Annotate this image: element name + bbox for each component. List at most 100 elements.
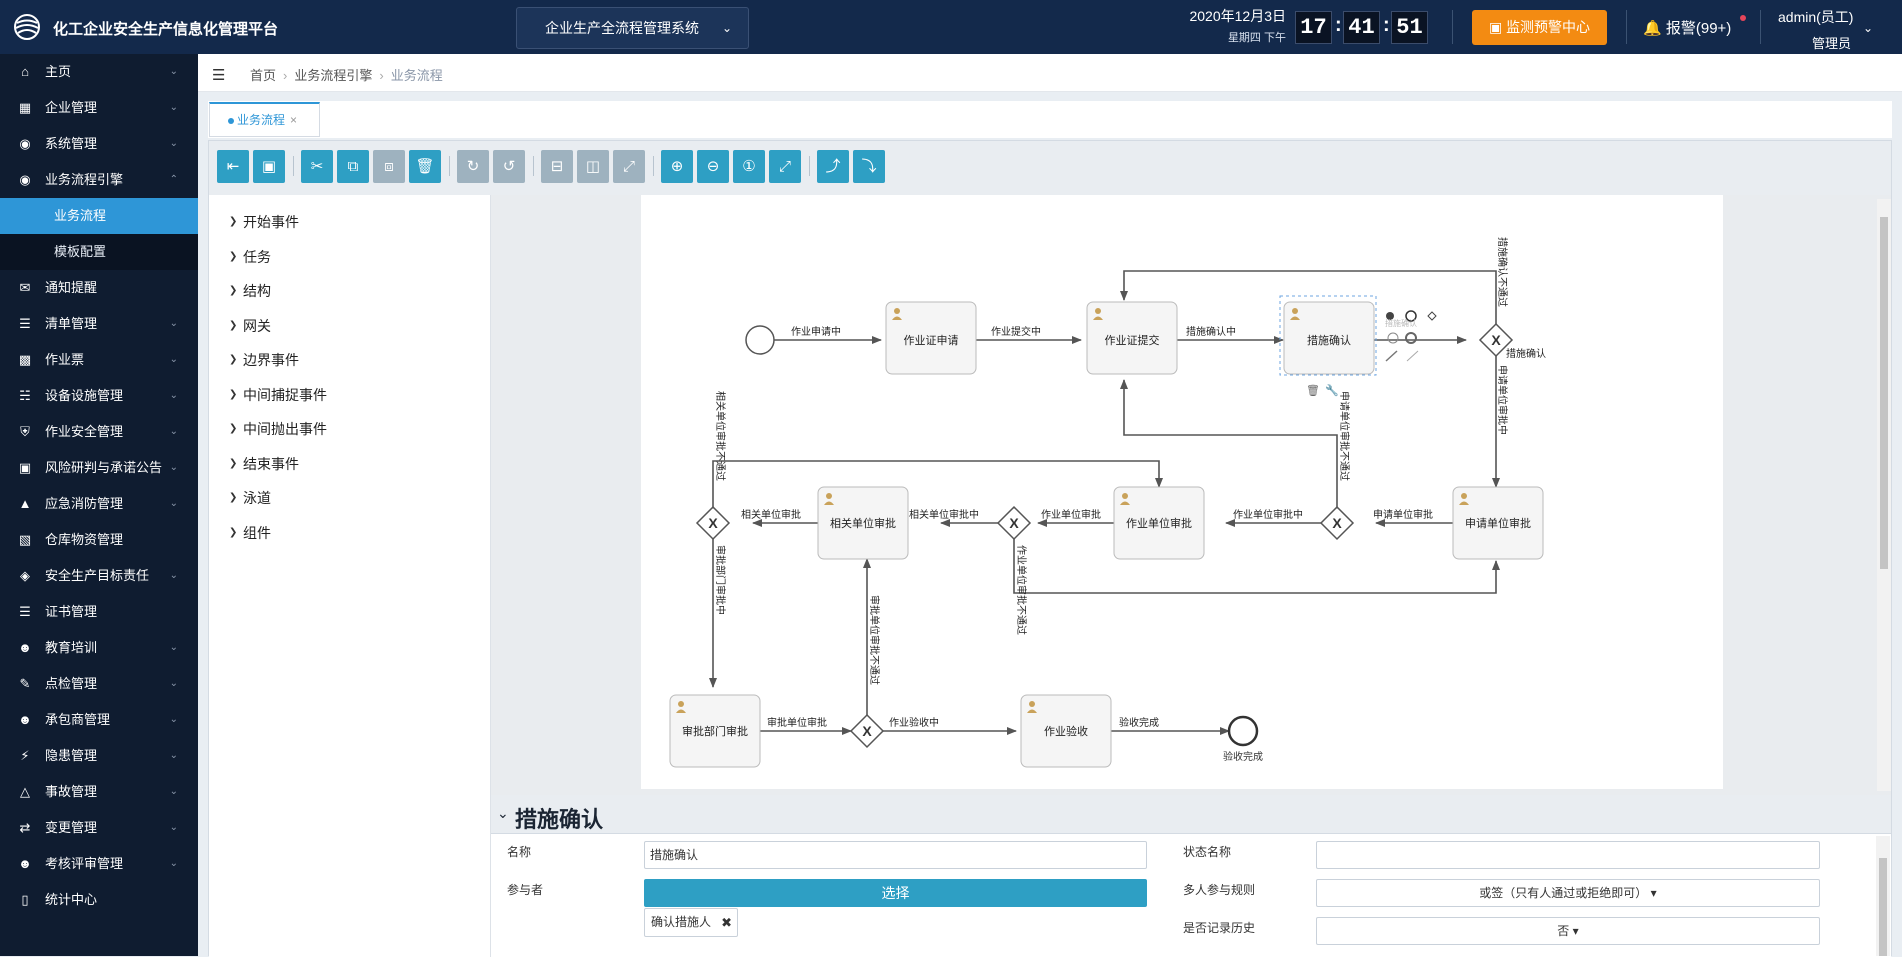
palette-group-start-event[interactable]: ❯ 开始事件 — [209, 205, 490, 240]
properties-scrollbar[interactable] — [1876, 836, 1890, 956]
wrench-icon: 🔧 — [1325, 383, 1339, 397]
multi-rule-label: 多人参与规则 — [1183, 883, 1256, 897]
palette-group-gateway[interactable]: ❯ 网关 — [209, 309, 490, 344]
sidebar-item-warehouse[interactable]: ▧ 仓库物资管理 — [0, 522, 198, 558]
chevron-down-icon[interactable]: ⌄ — [497, 805, 509, 822]
sidebar-item-hazard[interactable]: ⚡ 隐患管理 ⌄ — [0, 738, 198, 774]
name-label: 名称 — [507, 845, 532, 859]
sidebar-item-target[interactable]: ◈ 安全生产目标责任 ⌄ — [0, 558, 198, 594]
gateway-apply-unit[interactable]: X — [1319, 505, 1355, 541]
sidebar-item-certificate[interactable]: ☰ 证书管理 — [0, 594, 198, 630]
diagram-canvas[interactable]: 验收完成 作业证申请 作业证提交 措施确认 申请单位审批 作业单位审批 相关单位… — [491, 195, 1891, 795]
palette-group-throw-event[interactable]: ❯ 中间抛出事件 — [209, 412, 490, 447]
task-accept[interactable]: 作业验收 — [1020, 694, 1112, 768]
sidebar-item-inspection[interactable]: ✎ 点检管理 ⌄ — [0, 666, 198, 702]
flow-diagram[interactable]: 验收完成 作业证申请 作业证提交 措施确认 申请单位审批 作业单位审批 相关单位… — [641, 195, 1723, 789]
gateway-related-unit[interactable]: X — [695, 505, 731, 541]
scrollbar-thumb[interactable] — [1879, 858, 1887, 956]
palette-group-boundary-event[interactable]: ❯ 边界事件 — [209, 343, 490, 378]
task-related-unit[interactable]: 相关单位审批 — [817, 486, 909, 560]
sidebar-item-risk[interactable]: ▣ 风险研判与承诺公告 ⌄ — [0, 450, 198, 486]
sidebar-item-statistics[interactable]: ▯ 统计中心 — [0, 882, 198, 918]
palette-group-component[interactable]: ❯ 组件 — [209, 516, 490, 551]
monitor-center-button[interactable]: ▣ 监测预警中心 — [1472, 10, 1607, 45]
user-name[interactable]: admin(员工) — [1778, 7, 1853, 27]
end-event[interactable] — [1227, 715, 1259, 747]
sidebar-item-contractor[interactable]: ☻ 承包商管理 ⌄ — [0, 702, 198, 738]
align-horizontal-icon[interactable]: ⊟ — [541, 150, 573, 183]
sidebar-item-change[interactable]: ⇄ 变更管理 ⌄ — [0, 810, 198, 846]
svg-text:X: X — [708, 515, 718, 531]
palette-group-swimlane[interactable]: ❯ 泳道 — [209, 481, 490, 516]
palette-group-catch-event[interactable]: ❯ 中间捕捉事件 — [209, 378, 490, 413]
scrollbar-thumb[interactable] — [1880, 217, 1888, 569]
sidebar-item-work-safety[interactable]: ⛨ 作业安全管理 ⌄ — [0, 414, 198, 450]
task-work-unit[interactable]: 作业单位审批 — [1113, 486, 1205, 560]
sidebar-subitem-template[interactable]: 模板配置 — [0, 234, 198, 270]
sidebar-item-accident[interactable]: △ 事故管理 ⌄ — [0, 774, 198, 810]
save-icon[interactable]: ▣ — [253, 150, 285, 183]
palette-group-structure[interactable]: ❯ 结构 — [209, 274, 490, 309]
sidebar-item-training[interactable]: ☻ 教育培训 ⌄ — [0, 630, 198, 666]
record-history-select[interactable]: 否 ▾ — [1316, 917, 1820, 945]
zoom-out-icon[interactable]: ⊖ — [697, 150, 729, 183]
task-apply[interactable]: 作业证申请 — [885, 301, 977, 375]
alarm-bell-icon: 🔔 — [1643, 20, 1662, 37]
gateway-dept[interactable]: X — [849, 713, 885, 749]
copy-icon[interactable]: ⧉ — [337, 150, 369, 183]
close-icon[interactable]: × — [290, 104, 297, 136]
start-event[interactable] — [745, 325, 775, 355]
menu-toggle-icon[interactable]: ☰ — [212, 66, 225, 84]
task-apply-unit[interactable]: 申请单位审批 — [1452, 486, 1544, 560]
redo-icon[interactable]: ↻ — [457, 150, 489, 183]
breadcrumb-home[interactable]: 首页 — [250, 68, 276, 83]
align-vertical-icon[interactable]: ◫ — [577, 150, 609, 183]
chevron-down-icon[interactable]: ⌄ — [1863, 21, 1873, 35]
diagram-page[interactable]: 验收完成 作业证申请 作业证提交 措施确认 申请单位审批 作业单位审批 相关单位… — [641, 195, 1723, 789]
multi-rule-select[interactable]: 或签（只有人通过或拒绝即可） ▾ — [1316, 879, 1820, 907]
properties-header[interactable]: ⌄ 措施确认 — [491, 795, 1891, 834]
alarm-button[interactable]: 🔔 报警(99+) — [1643, 17, 1731, 38]
task-dept[interactable]: 审批部门审批 — [669, 694, 761, 768]
zoom-in-icon[interactable]: ⊕ — [661, 150, 693, 183]
tab-workflow[interactable]: 业务流程 × — [209, 102, 320, 137]
sidebar-item-ticket[interactable]: ▩ 作业票 ⌄ — [0, 342, 198, 378]
connector-bend-add-icon[interactable]: ⤴ — [817, 150, 849, 183]
close-icon[interactable]: ✖ — [721, 909, 732, 936]
sidebar-item-enterprise[interactable]: ▦ 企业管理 ⌄ — [0, 90, 198, 126]
breadcrumb-parent[interactable]: 业务流程引擎 — [294, 68, 372, 83]
task-confirm[interactable]: 措施确认 — [1283, 301, 1375, 375]
breadcrumb-separator: › — [379, 68, 384, 83]
delete-icon[interactable]: 🗑 — [409, 150, 441, 183]
system-select[interactable]: 企业生产全流程管理系统 ⌄ — [516, 7, 749, 49]
palette-group-task[interactable]: ❯ 任务 — [209, 240, 490, 275]
canvas-scrollbar[interactable] — [1877, 199, 1891, 791]
sidebar-subitem-workflow[interactable]: 业务流程 — [0, 198, 198, 234]
sidebar-item-emergency[interactable]: ▲ 应急消防管理 ⌄ — [0, 486, 198, 522]
palette-group-end-event[interactable]: ❯ 结束事件 — [209, 447, 490, 482]
flow-line[interactable] — [1013, 539, 1500, 594]
sidebar-item-notify[interactable]: ✉ 通知提醒 — [0, 270, 198, 306]
gateway-work-unit[interactable]: X — [996, 505, 1032, 541]
sidebar-item-workflow-engine[interactable]: ◉ 业务流程引擎 ⌃ — [0, 162, 198, 198]
sidebar-item-assessment[interactable]: ☻ 考核评审管理 ⌄ — [0, 846, 198, 882]
sidebar-item-list[interactable]: ☰ 清单管理 ⌄ — [0, 306, 198, 342]
chevron-down-icon: ⌄ — [169, 138, 178, 149]
task-submit[interactable]: 作业证提交 — [1086, 301, 1178, 375]
sidebar-item-home[interactable]: ⌂ 主页 ⌄ — [0, 54, 198, 90]
state-name-field[interactable] — [1316, 841, 1820, 869]
flow-line[interactable] — [712, 460, 1163, 507]
cut-icon[interactable]: ✂ — [301, 150, 333, 183]
undo-icon[interactable]: ↺ — [493, 150, 525, 183]
import-icon[interactable]: ⇤ — [217, 150, 249, 183]
choose-participant-button[interactable]: 选择 — [644, 879, 1147, 907]
resize-icon[interactable]: ⤢ — [613, 150, 645, 183]
zoom-actual-icon[interactable]: ① — [733, 150, 765, 183]
zoom-fit-icon[interactable]: ⤢ — [769, 150, 801, 183]
sidebar-item-equipment[interactable]: ☵ 设备设施管理 ⌄ — [0, 378, 198, 414]
sidebar-item-system[interactable]: ◉ 系统管理 ⌄ — [0, 126, 198, 162]
monitor-icon: ▣ — [1488, 19, 1503, 35]
connector-bend-remove-icon[interactable]: ⤵ — [853, 150, 885, 183]
name-field[interactable]: 措施确认 — [644, 841, 1147, 869]
paste-icon[interactable]: ⧈ — [373, 150, 405, 183]
